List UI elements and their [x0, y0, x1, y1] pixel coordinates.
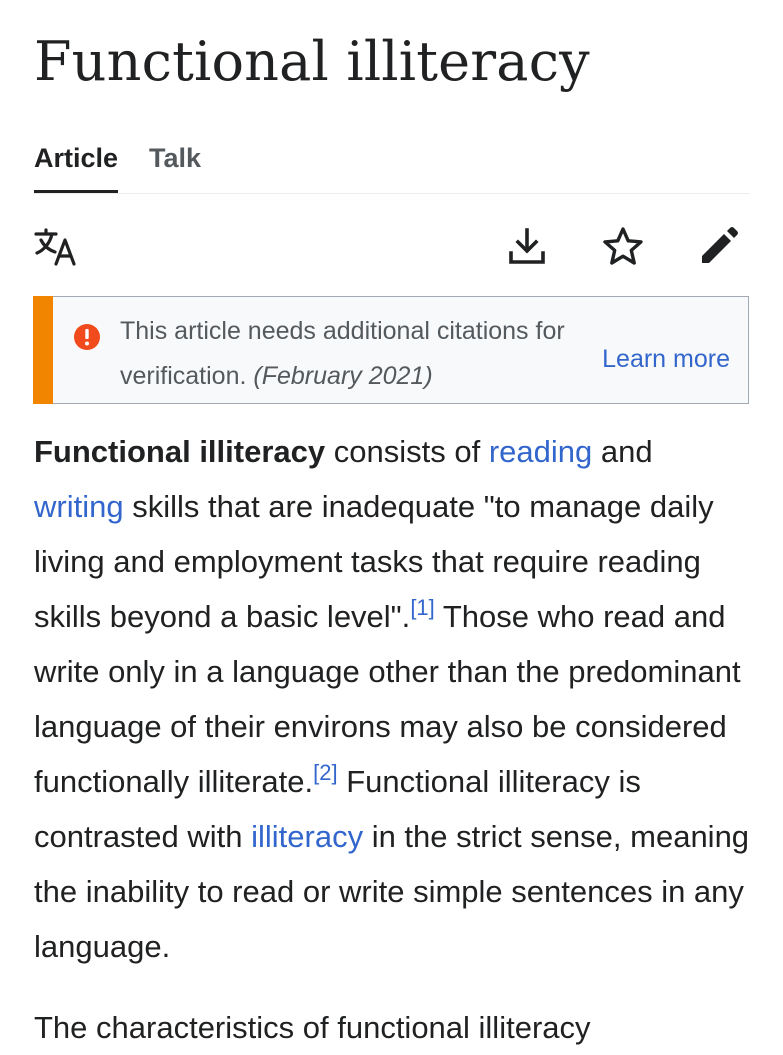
page-tabs: Article Talk [34, 140, 750, 194]
citation-notice: This article needs additional citations … [33, 296, 749, 404]
edit-button[interactable] [691, 218, 747, 274]
star-icon [603, 227, 643, 265]
watch-button[interactable] [595, 218, 651, 274]
link-illiteracy[interactable]: illiteracy [251, 819, 363, 854]
article-paragraph: Functional illiteracy consists of readin… [34, 424, 750, 974]
article-paragraph-2: The characteristics of functional illite… [34, 1010, 591, 1045]
translate-icon [34, 228, 76, 266]
page-title: Functional illiteracy [34, 30, 590, 93]
link-writing[interactable]: writing [34, 489, 124, 524]
exclamation-circle-icon [74, 324, 100, 350]
reference-2[interactable]: [2] [313, 760, 337, 785]
download-icon [509, 228, 545, 264]
reference-1[interactable]: [1] [410, 595, 434, 620]
body-text: consists of [325, 434, 489, 469]
pencil-icon [702, 227, 738, 263]
notice-date: (February 2021) [253, 362, 433, 390]
lead-term: Functional illiteracy [34, 434, 326, 469]
language-button[interactable] [28, 218, 84, 274]
learn-more-link[interactable]: Learn more [602, 345, 730, 374]
page-actions-toolbar [34, 218, 750, 274]
link-reading[interactable]: reading [489, 434, 592, 469]
tab-article[interactable]: Article [34, 140, 118, 193]
download-button[interactable] [499, 218, 555, 274]
body-text: and [592, 434, 653, 469]
notice-message: This article needs additional citations … [120, 309, 620, 399]
tab-talk[interactable]: Talk [149, 140, 201, 190]
notice-accent-bar [33, 296, 53, 404]
